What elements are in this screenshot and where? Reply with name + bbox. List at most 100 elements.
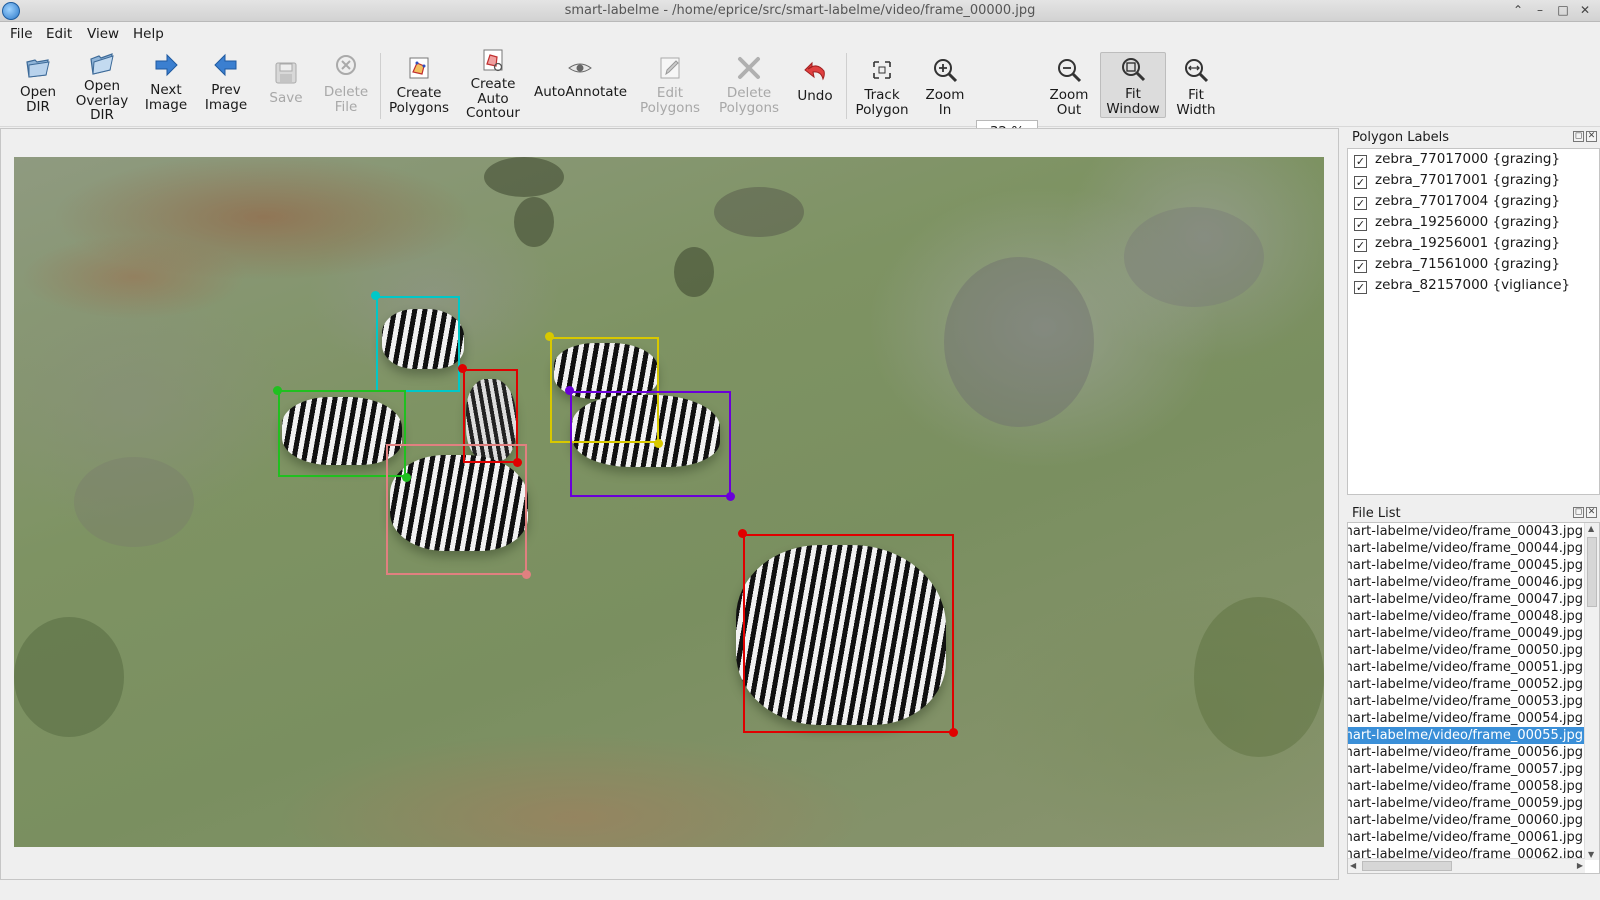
file-item[interactable]: nart-labelme/video/frame_00059.jpg (1348, 795, 1585, 812)
checkbox[interactable]: ✓ (1354, 197, 1367, 210)
label-item[interactable]: ✓ zebra_77017001 {grazing} (1348, 170, 1599, 191)
file-name: nart-labelme/video/frame_00046.jpg (1348, 575, 1583, 590)
maximize-icon[interactable]: □ (1554, 2, 1572, 20)
label-item[interactable]: ✓ zebra_77017004 {grazing} (1348, 191, 1599, 212)
shrub (674, 247, 714, 297)
label-item[interactable]: ✓ zebra_19256000 {grazing} (1348, 212, 1599, 233)
label-item[interactable]: ✓ zebra_77017000 {grazing} (1348, 149, 1599, 170)
open-dir-button[interactable]: Open DIR (14, 49, 62, 123)
delete-polygons-button[interactable]: Delete Polygons (710, 50, 788, 124)
delete-file-icon (336, 55, 356, 75)
file-item[interactable]: nart-labelme/video/frame_00051.jpg (1348, 659, 1585, 676)
menu-file[interactable]: File (10, 26, 33, 42)
track-polygon-button[interactable]: Track Polygon (852, 52, 912, 126)
shrub (74, 457, 194, 547)
checkbox[interactable]: ✓ (1354, 281, 1367, 294)
scroll-down-icon[interactable]: ▼ (1588, 850, 1594, 859)
file-item[interactable]: nart-labelme/video/frame_00058.jpg (1348, 778, 1585, 795)
checkbox[interactable]: ✓ (1354, 260, 1367, 273)
file-item[interactable]: nart-labelme/video/frame_00053.jpg (1348, 693, 1585, 710)
bbox-zebra_77017000[interactable] (376, 296, 460, 392)
file-item[interactable]: nart-labelme/video/frame_00046.jpg (1348, 574, 1585, 591)
bbox-vertex[interactable] (949, 728, 958, 737)
file-item[interactable]: nart-labelme/video/frame_00049.jpg (1348, 625, 1585, 642)
zoom-out-button[interactable]: Zoom Out (1046, 52, 1092, 126)
create-polygons-button[interactable]: Create Polygons (386, 50, 452, 124)
edit-polygons-button[interactable]: Edit Polygons (634, 50, 706, 124)
file-item[interactable]: nart-labelme/video/frame_00047.jpg (1348, 591, 1585, 608)
save-button[interactable]: Save (262, 55, 310, 129)
prev-image-button[interactable]: Prev Image (202, 49, 250, 123)
title-bar: smart-labelme - /home/eprice/src/smart-l… (0, 0, 1600, 22)
bbox-vertex[interactable] (545, 332, 554, 341)
float-icon[interactable]: ◻ (1573, 131, 1584, 142)
label-item[interactable]: ✓ zebra_82157000 {vigliance} (1348, 275, 1599, 296)
checkbox[interactable]: ✓ (1354, 176, 1367, 189)
fit-width-icon (1185, 59, 1209, 83)
float-icon[interactable]: ◻ (1573, 507, 1584, 518)
zoom-in-button[interactable]: Zoom In (922, 52, 968, 126)
delete-file-button[interactable]: Delete File (320, 49, 372, 123)
close-icon[interactable]: ✕ (1576, 2, 1594, 20)
fit-window-button[interactable]: Fit Window (1100, 52, 1166, 118)
menu-view[interactable]: View (87, 26, 119, 42)
toolbar: Open DIR Open Overlay DIR Next Image Pre… (0, 45, 1600, 144)
minimize-icon[interactable]: – (1531, 2, 1549, 20)
checkbox[interactable]: ✓ (1354, 155, 1367, 168)
bbox-vertex[interactable] (726, 492, 735, 501)
bbox-vertex[interactable] (738, 529, 747, 538)
close-icon[interactable]: ✕ (1586, 131, 1597, 142)
label-item[interactable]: ✓ zebra_19256001 {grazing} (1348, 233, 1599, 254)
shrub (514, 197, 554, 247)
shrub (1194, 597, 1324, 757)
file-name: nart-labelme/video/frame_00047.jpg (1348, 592, 1583, 607)
label-item[interactable]: ✓ zebra_71561000 {grazing} (1348, 254, 1599, 275)
open-overlay-dir-button[interactable]: Open Overlay DIR (74, 47, 130, 122)
file-item[interactable]: nart-labelme/video/frame_00043.jpg (1348, 523, 1585, 540)
toolbar-separator (846, 53, 847, 119)
create-auto-contour-button[interactable]: Create Auto Contour (460, 45, 526, 120)
checkbox[interactable]: ✓ (1354, 239, 1367, 252)
file-item[interactable]: nart-labelme/video/frame_00050.jpg (1348, 642, 1585, 659)
file-item[interactable]: nart-labelme/video/frame_00048.jpg (1348, 608, 1585, 625)
file-item-selected[interactable]: nart-labelme/video/frame_00055.jpg (1348, 727, 1585, 744)
scroll-thumb[interactable] (1587, 537, 1597, 607)
next-image-button[interactable]: Next Image (142, 49, 190, 123)
file-item[interactable]: nart-labelme/video/frame_00054.jpg (1348, 710, 1585, 727)
label-text: zebra_77017001 {grazing} (1375, 172, 1561, 188)
bbox-vertex[interactable] (371, 291, 380, 300)
delete-polygons-label-2: Polygons (718, 99, 780, 116)
file-item[interactable]: nart-labelme/video/frame_00057.jpg (1348, 761, 1585, 778)
file-item[interactable]: nart-labelme/video/frame_00061.jpg (1348, 829, 1585, 846)
fit-width-button[interactable]: Fit Width (1172, 52, 1220, 126)
menu-help[interactable]: Help (133, 26, 164, 42)
bbox-zebra_82157000[interactable] (743, 534, 954, 733)
checkbox[interactable]: ✓ (1354, 218, 1367, 231)
bbox-vertex[interactable] (565, 386, 574, 395)
horizontal-scrollbar[interactable]: ◀ ▶ (1348, 858, 1585, 873)
file-item[interactable]: nart-labelme/video/frame_00052.jpg (1348, 676, 1585, 693)
zoom-out-icon (1058, 59, 1082, 83)
autoannotate-label: AutoAnnotate (534, 84, 628, 100)
file-item[interactable]: nart-labelme/video/frame_00045.jpg (1348, 557, 1585, 574)
close-icon[interactable]: ✕ (1586, 507, 1597, 518)
file-item[interactable]: nart-labelme/video/frame_00056.jpg (1348, 744, 1585, 761)
autoannotate-button[interactable]: AutoAnnotate (534, 55, 628, 129)
undo-button[interactable]: Undo (792, 53, 838, 127)
image-canvas[interactable] (14, 157, 1324, 847)
scroll-right-icon[interactable]: ▶ (1577, 861, 1583, 870)
bbox-vertex[interactable] (273, 386, 282, 395)
bbox-vertex[interactable] (522, 570, 531, 579)
scroll-up-icon[interactable]: ▲ (1588, 524, 1594, 533)
file-item[interactable]: nart-labelme/video/frame_00044.jpg (1348, 540, 1585, 557)
bbox-zebra_19256001[interactable] (570, 391, 731, 497)
vertical-scrollbar[interactable]: ▲ ▼ (1584, 523, 1599, 860)
scroll-left-icon[interactable]: ◀ (1350, 861, 1356, 870)
bbox-vertex[interactable] (458, 364, 467, 373)
bbox-zebra_71561000[interactable] (386, 444, 527, 575)
menu-edit[interactable]: Edit (46, 26, 72, 42)
file-item[interactable]: nart-labelme/video/frame_00060.jpg (1348, 812, 1585, 829)
window-up-icon[interactable]: ⌃ (1509, 2, 1527, 20)
scroll-thumb[interactable] (1362, 861, 1452, 871)
file-name: nart-labelme/video/frame_00061.jpg (1348, 830, 1583, 845)
